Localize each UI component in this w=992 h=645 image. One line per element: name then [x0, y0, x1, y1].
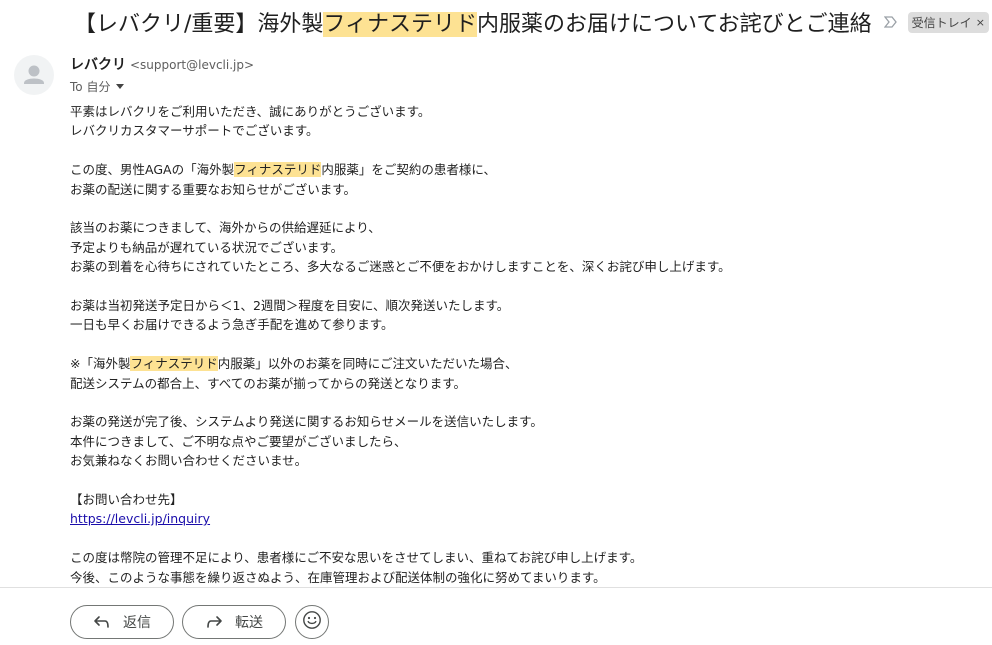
body-line: 配送システムの都合上、すべてのお薬が揃ってからの発送となります。 [70, 375, 467, 391]
body-line: 平素はレバクリをご利用いただき、誠にありがとうございます。 [70, 104, 431, 119]
body-line: この度は幣院の管理不足により、患者様にご不安な思いをさせてしまい、重ねてお詫び申… [70, 550, 643, 566]
footer-divider [0, 587, 992, 588]
body-line: 今後、このような事態を繰り返さぬよう、在庫管理および配送体制の強化に努めてまいり… [70, 569, 606, 585]
forward-arrow-icon [205, 613, 223, 631]
forward-label: 転送 [235, 615, 263, 631]
chevron-down-icon [116, 84, 125, 89]
email-body: 平素はレバクリをご利用いただき、誠にありがとうございます。 レバクリカスタマーサ… [70, 102, 970, 586]
recipient-text: To 自分 [70, 80, 111, 94]
inquiry-link[interactable]: https://levcli.jp/inquiry [70, 511, 210, 526]
forward-button[interactable]: 転送 [182, 605, 286, 639]
subject-row: 【レバクリ/重要】海外製フィナステリド内服薬のお届けについてお詫びとご連絡 受信… [74, 4, 992, 40]
reply-arrow-icon [93, 613, 111, 631]
body-line: 予定よりも納品が遅れている状況でございます。 [70, 239, 344, 255]
importance-marker-icon[interactable] [883, 15, 898, 29]
body-line: お薬は当初発送予定日から＜1、2週間＞程度を目安に、順次発送いたします。 [70, 298, 510, 314]
sender-email: <support@levcli.jp> [130, 58, 255, 72]
reply-button[interactable]: 返信 [70, 605, 174, 639]
sender-name: レバクリ [70, 57, 126, 73]
sender-block: レバクリ <support@levcli.jp> To 自分 [70, 54, 254, 95]
search-highlight: フィナステリド [130, 356, 218, 372]
body-line: ※「海外製フィナステリド内服薬」以外のお薬を同時にご注文いただいた場合、 [70, 356, 518, 372]
email-subject: 【レバクリ/重要】海外製フィナステリド内服薬のお届けについてお詫びとご連絡 [74, 12, 872, 37]
body-line: 本件につきまして、ご不明な点やご要望がございましたら、 [70, 433, 407, 449]
emoji-smile-icon [302, 610, 322, 634]
remove-label-icon[interactable]: × [976, 16, 985, 29]
body-line: レバクリカスタマーサポートでございます。 [70, 123, 319, 139]
body-line: 該当のお薬につきまして、海外からの供給遅延により、 [70, 220, 381, 236]
body-line: お薬の到着を心待ちにされていたところ、多大なるご迷惑とご不便をおかけしますことを… [70, 259, 731, 275]
body-line: 一日も早くお届けできるよう急ぎ手配を進めて参ります。 [70, 317, 394, 333]
search-highlight: フィナステリド [323, 12, 477, 37]
emoji-reaction-button[interactable] [295, 605, 329, 639]
default-avatar-icon [14, 55, 54, 95]
body-line: お薬の発送が完了後、システムより発送に関するお知らせメールを送信いたします。 [70, 414, 543, 430]
reply-label: 返信 [123, 615, 151, 631]
inbox-label-text: 受信トレイ [911, 15, 972, 30]
contact-heading: 【お問い合わせ先】 [70, 492, 183, 508]
body-line: お気兼ねなくお問い合わせくださいませ。 [70, 453, 308, 469]
body-line: お薬の配送に関する重要なお知らせがございます。 [70, 181, 357, 197]
recipient-details-toggle[interactable]: To 自分 [70, 78, 254, 95]
body-line: この度、男性AGAの「海外製フィナステリド内服薬」をご契約の患者様に、 [70, 162, 496, 178]
inbox-label-chip[interactable]: 受信トレイ × [907, 11, 989, 33]
search-highlight: フィナステリド [234, 162, 322, 178]
